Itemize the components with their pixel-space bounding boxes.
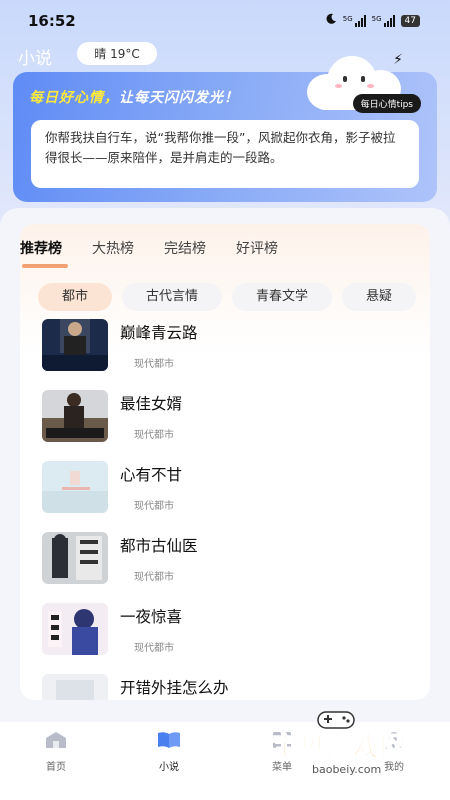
book-item[interactable]: 心有不甘 现代都市 bbox=[42, 461, 422, 521]
signal-icon: 5G bbox=[372, 14, 395, 27]
weather-badge: 晴 19°C bbox=[77, 42, 157, 65]
book-item[interactable]: 开错外挂怎么办 bbox=[42, 674, 422, 700]
tab-hot[interactable]: 大热榜 bbox=[92, 238, 134, 268]
book-icon bbox=[139, 730, 199, 750]
book-item[interactable]: 一夜惊喜 现代都市 bbox=[42, 603, 422, 663]
book-title: 最佳女婿 bbox=[120, 395, 183, 413]
tab-top-rated[interactable]: 好评榜 bbox=[236, 238, 278, 268]
book-cover bbox=[42, 603, 108, 655]
book-genre: 现代都市 bbox=[134, 501, 174, 512]
status-icons: 5G 5G 47 bbox=[325, 13, 420, 28]
chip-urban[interactable]: 都市 bbox=[38, 283, 113, 311]
book-title: 巅峰青云路 bbox=[120, 324, 198, 342]
book-title: 一夜惊喜 bbox=[120, 608, 183, 626]
nav-home[interactable]: 首页 bbox=[26, 730, 86, 773]
nav-novel-label: 小说 bbox=[159, 762, 179, 773]
lightning-icon: ⚡ bbox=[393, 52, 403, 68]
nav-novel[interactable]: 小说 bbox=[139, 730, 199, 773]
book-cover bbox=[42, 390, 108, 442]
status-bar: 16:52 5G 5G 47 bbox=[0, 0, 450, 40]
book-title: 心有不甘 bbox=[120, 466, 183, 484]
book-item[interactable]: 都市古仙医 现代都市 bbox=[42, 532, 422, 592]
book-cover bbox=[42, 674, 108, 700]
book-item[interactable]: 最佳女婿 现代都市 bbox=[42, 390, 422, 450]
banner-title: 每日好心情，让每天闪闪发光！ bbox=[29, 90, 239, 106]
mood-quote: 你帮我扶自行车，说“我帮你推一段”，风掀起你衣角，影子被拉得很长——原来陪伴，是… bbox=[31, 120, 419, 188]
signal-icon: 5G bbox=[343, 14, 366, 27]
book-title: 都市古仙医 bbox=[120, 537, 198, 555]
tab-recommend[interactable]: 推荐榜 bbox=[20, 238, 68, 268]
book-genre: 现代都市 bbox=[134, 643, 174, 654]
chip-mystery[interactable]: 悬疑 bbox=[342, 283, 417, 311]
nav-home-label: 首页 bbox=[46, 762, 66, 773]
book-cover bbox=[42, 461, 108, 513]
page-title: 小说 bbox=[18, 49, 52, 69]
home-icon bbox=[26, 730, 86, 750]
book-cover bbox=[42, 532, 108, 584]
ranking-tabs: 推荐榜 大热榜 完结榜 好评榜 bbox=[20, 238, 308, 268]
daily-mood-banner[interactable]: 每日好心情，让每天闪闪发光！ ⚡ 每日心情tips 你帮我扶自行车，说“我帮你推… bbox=[13, 52, 437, 202]
category-chips: 都市 古代言情 青春文学 悬疑 bbox=[38, 283, 430, 311]
book-genre: 现代都市 bbox=[134, 359, 174, 370]
watermark-url: baobeiy.com bbox=[308, 763, 386, 776]
tab-completed[interactable]: 完结榜 bbox=[164, 238, 206, 268]
battery-icon: 47 bbox=[400, 14, 420, 27]
mood-tips-badge: 每日心情tips bbox=[352, 94, 421, 113]
book-title: 开错外挂怎么办 bbox=[120, 679, 229, 697]
book-cover bbox=[42, 319, 108, 371]
status-time: 16:52 bbox=[28, 12, 76, 30]
chip-ancient-romance[interactable]: 古代言情 bbox=[122, 283, 223, 311]
book-genre: 现代都市 bbox=[134, 430, 174, 441]
watermark-text: 宝贝游戏网 bbox=[271, 732, 408, 763]
moon-icon bbox=[325, 13, 337, 28]
chip-youth[interactable]: 青春文学 bbox=[232, 283, 333, 311]
watermark-logo: 宝贝游戏网 baobeiy.com bbox=[271, 711, 432, 786]
book-genre: 现代都市 bbox=[134, 572, 174, 583]
book-item[interactable]: 巅峰青云路 现代都市 bbox=[42, 319, 422, 379]
